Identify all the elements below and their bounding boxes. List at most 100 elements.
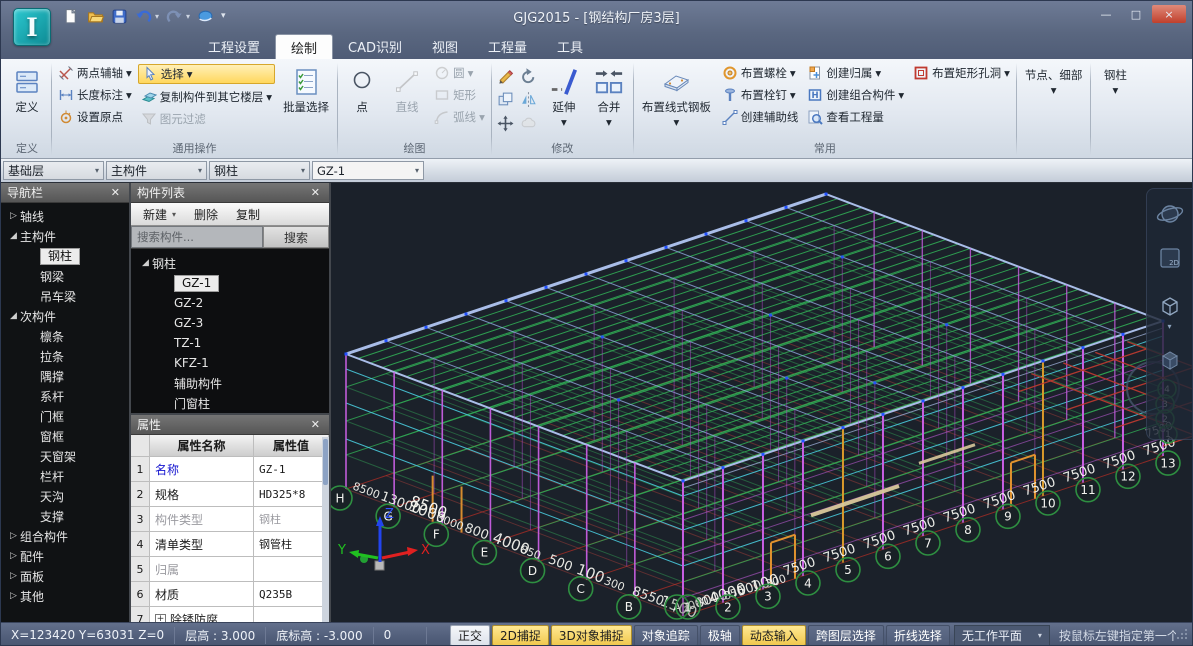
toggle-7[interactable]: 跨图层选择 [808, 625, 884, 646]
copy-to-floor-button[interactable]: 复制构件到其它楼层▾ [138, 88, 275, 106]
chevron-down-icon[interactable]: ▾ [1167, 322, 1171, 331]
sidebar-item-17[interactable]: ▷组合构件 [1, 526, 129, 546]
stud-button[interactable]: 布置栓钉▾ [719, 86, 802, 104]
sidebar-item-5[interactable]: 吊车梁 [1, 286, 129, 306]
workplane-dropdown[interactable]: 无工作平面▾ [954, 625, 1050, 646]
toggle-4[interactable]: 对象追踪 [634, 625, 698, 646]
mirror-button[interactable] [518, 88, 540, 111]
copy-button[interactable] [495, 88, 517, 111]
tree-item-label[interactable]: 组合构件 [20, 528, 68, 545]
tree-item-label[interactable]: GZ-2 [174, 296, 203, 310]
erase-button[interactable] [495, 64, 517, 87]
aux-line-button[interactable]: 创建辅助线 [719, 108, 802, 126]
sidebar-item-11[interactable]: 门框 [1, 406, 129, 426]
sidebar-item-9[interactable]: 隅撑 [1, 366, 129, 386]
toggle-5[interactable]: 极轴 [700, 625, 740, 646]
tree-collapsed-icon[interactable]: ▷ [7, 571, 20, 581]
sidebar-item-13[interactable]: 天窗架 [1, 446, 129, 466]
chevron-down-icon[interactable]: ▾ [1038, 631, 1042, 640]
view-2d-button[interactable]: 2D [1155, 243, 1185, 277]
chevron-down-icon[interactable]: ▾ [415, 166, 419, 175]
tree-item-label[interactable]: 栏杆 [40, 468, 64, 485]
tree-item-label[interactable]: 吊车梁 [40, 288, 76, 305]
rotate-button[interactable] [518, 64, 540, 87]
tree-collapsed-icon[interactable]: ▷ [7, 531, 20, 541]
length-dim-button[interactable]: 长度标注▾ [55, 86, 135, 104]
view-solid-button[interactable] [1155, 345, 1185, 375]
select-button[interactable]: 选择▾ [138, 64, 275, 84]
toggle-3[interactable]: 3D对象捕捉 [551, 625, 632, 646]
close-icon[interactable]: ✕ [108, 186, 123, 199]
chevron-down-icon[interactable]: ▾ [468, 66, 474, 80]
chevron-down-icon[interactable]: ▾ [126, 88, 132, 102]
sidebar-item-7[interactable]: 檩条 [1, 326, 129, 346]
tree-item-label[interactable]: 窗框 [40, 428, 64, 445]
tree-item-label[interactable]: GZ-3 [174, 316, 203, 330]
chevron-down-icon[interactable]: ▾ [898, 88, 904, 102]
tree-item-label[interactable]: 面板 [20, 568, 44, 585]
toggle-6[interactable]: 动态输入 [742, 625, 806, 646]
sidebar-item-15[interactable]: 天沟 [1, 486, 129, 506]
property-value[interactable]: 钢柱 [254, 507, 329, 531]
tree-item-label[interactable]: 其他 [20, 588, 44, 605]
sidebar-item-14[interactable]: 栏杆 [1, 466, 129, 486]
tree-item-label[interactable]: 天沟 [40, 488, 64, 505]
search-input[interactable] [131, 226, 263, 248]
table-row[interactable]: 1名称GZ-1 [131, 457, 329, 482]
sidebar-item-6[interactable]: ◢次构件 [1, 306, 129, 326]
tree-item-label[interactable]: GZ-1 [174, 275, 219, 292]
tab-6[interactable]: 工具 [542, 34, 598, 59]
tree-collapsed-icon[interactable]: ▷ [7, 551, 20, 561]
belong-button[interactable]: 创建归属▾ [804, 64, 907, 82]
plate-button[interactable]: 布置线式钢板▾ [637, 64, 716, 129]
sidebar-item-19[interactable]: ▷面板 [1, 566, 129, 586]
tree-item-label[interactable]: 天窗架 [40, 448, 76, 465]
chevron-down-icon[interactable]: ▾ [561, 115, 567, 129]
节点、细部-button[interactable]: 节点、细部▾ [1020, 64, 1088, 97]
component-row[interactable]: GZ-1 [131, 273, 329, 293]
batch-select-button[interactable]: 批量选择 [278, 64, 334, 115]
component-row[interactable]: 辅助构件 [131, 373, 329, 393]
tree-item-label[interactable]: 主构件 [20, 228, 56, 245]
tree-item-label[interactable]: 隅撑 [40, 368, 64, 385]
component-row[interactable]: 门窗柱 [131, 393, 329, 413]
tree-item-label[interactable]: 钢梁 [40, 268, 64, 285]
chevron-down-icon[interactable]: ▾ [479, 110, 485, 124]
sidebar-item-4[interactable]: 钢梁 [1, 266, 129, 286]
tree-item-label[interactable]: TZ-1 [174, 336, 201, 350]
tree-item-label[interactable]: KFZ-1 [174, 356, 209, 370]
tree-item-label[interactable]: 支撑 [40, 508, 64, 525]
tab-3[interactable]: CAD识别 [333, 34, 417, 59]
chevron-down-icon[interactable]: ▾ [1113, 83, 1119, 97]
tree-item-label[interactable]: 门框 [40, 408, 64, 425]
tree-item-label[interactable]: 次构件 [20, 308, 56, 325]
sidebar-item-8[interactable]: 拉条 [1, 346, 129, 366]
copy-button[interactable]: 复制 [228, 205, 268, 224]
tree-expanded-icon[interactable]: ◢ [7, 231, 20, 241]
tree-item-label[interactable]: 轴线 [20, 208, 44, 225]
sidebar-item-10[interactable]: 系杆 [1, 386, 129, 406]
钢柱-button[interactable]: 钢柱▾ [1094, 64, 1136, 97]
view-wireframe-button[interactable]: ▾ [1155, 291, 1185, 331]
quantity-button[interactable]: 查看工程量 [804, 108, 907, 126]
toggle-1[interactable]: 正交 [450, 625, 490, 646]
new-button[interactable]: 新建▾ [135, 205, 184, 224]
sidebar-item-12[interactable]: 窗框 [1, 426, 129, 446]
chevron-down-icon[interactable]: ▾ [198, 166, 202, 175]
define-button[interactable]: 定义 [6, 64, 48, 115]
combo-button[interactable]: H创建组合构件▾ [804, 86, 907, 104]
tree-item-label[interactable]: 门窗柱 [174, 395, 210, 412]
tree-item-label[interactable]: 钢柱 [40, 248, 80, 265]
property-value[interactable] [254, 557, 329, 581]
type-selector[interactable]: 钢柱▾ [209, 161, 310, 180]
chevron-down-icon[interactable]: ▾ [95, 166, 99, 175]
tree-item-label[interactable]: 系杆 [40, 388, 64, 405]
table-row[interactable]: 2规格HD325*8 [131, 482, 329, 507]
component-row[interactable]: KFZ-1 [131, 353, 329, 373]
chevron-down-icon[interactable]: ▾ [606, 115, 612, 129]
chevron-down-icon[interactable]: ▾ [266, 90, 272, 104]
close-icon[interactable]: ✕ [308, 186, 323, 199]
toggle-8[interactable]: 折线选择 [886, 625, 950, 646]
model-viewport[interactable]: 8500130001000300080040008505001003008550… [331, 183, 1192, 622]
component-row[interactable]: GZ-3 [131, 313, 329, 333]
